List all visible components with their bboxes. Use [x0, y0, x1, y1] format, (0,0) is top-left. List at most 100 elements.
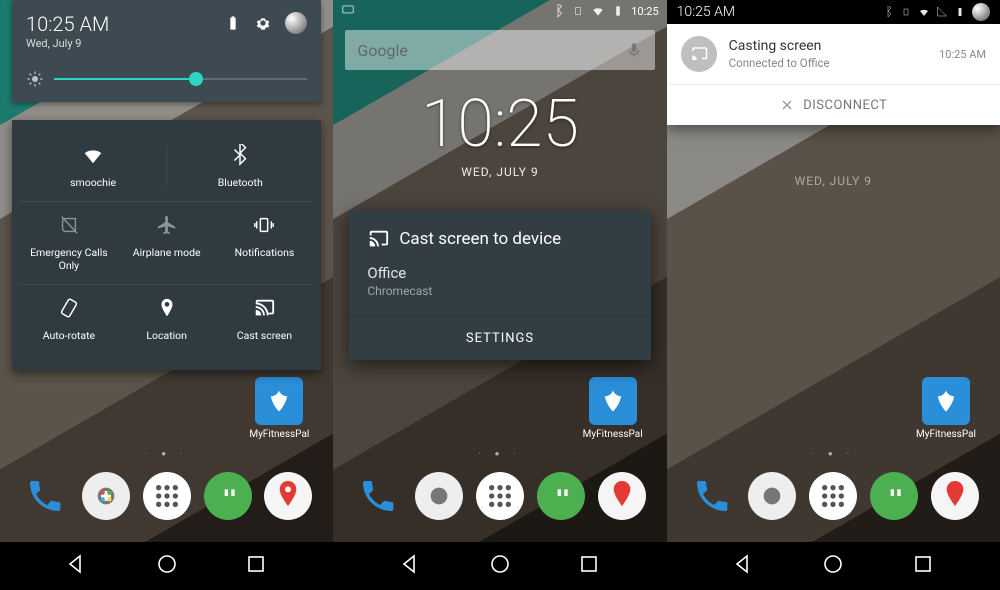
dock-maps[interactable]: [264, 472, 312, 520]
dock-appdrawer[interactable]: [809, 472, 857, 520]
settings-gear-icon[interactable]: [255, 15, 271, 31]
app-myfitnesspal[interactable]: MyFitnessPal: [249, 377, 309, 440]
profile-avatar[interactable]: [285, 12, 307, 34]
device-type: Chromecast: [367, 284, 632, 298]
dock-phone[interactable]: [688, 472, 736, 520]
tile-label: Location: [146, 329, 187, 342]
dock: [667, 472, 1000, 520]
no-sim-icon: [58, 214, 80, 236]
disconnect-button[interactable]: DISCONNECT: [667, 84, 1000, 125]
notif-subtitle: Connected to Office: [729, 56, 927, 70]
battery-icon: [611, 4, 625, 18]
tile-rotate[interactable]: Auto-rotate: [20, 285, 118, 354]
vibrate-icon: [253, 214, 275, 236]
dock-camera[interactable]: [748, 472, 796, 520]
app-label: MyFitnessPal: [249, 429, 309, 440]
qs-time: 10:25 AM: [26, 12, 109, 36]
quicksettings-tiles: smoochie Bluetooth Emergency Calls Only …: [12, 120, 321, 370]
bluetooth-icon: [882, 6, 894, 18]
wifi-icon: [591, 4, 605, 18]
nav-recent[interactable]: [244, 552, 268, 580]
dock-phone[interactable]: [354, 472, 402, 520]
page-indicator: · ● ·: [0, 449, 333, 458]
quicksettings-header: 10:25 AM Wed, July 9: [12, 0, 321, 102]
dock: [0, 472, 333, 520]
tile-location[interactable]: Location: [118, 285, 216, 354]
nav-back[interactable]: [399, 552, 423, 580]
app-label: MyFitnessPal: [583, 429, 643, 440]
brightness-slider[interactable]: [26, 70, 307, 88]
disconnect-label: DISCONNECT: [803, 98, 887, 113]
tile-airplane[interactable]: Airplane mode: [118, 202, 216, 284]
dock-appdrawer[interactable]: [143, 472, 191, 520]
rotate-icon: [58, 297, 80, 319]
tile-label: Auto-rotate: [43, 329, 95, 342]
page-indicator: · ● ·: [333, 449, 666, 458]
cast-badge-icon: [681, 36, 717, 72]
clock-time: 10:25: [333, 86, 666, 163]
nav-back[interactable]: [732, 552, 756, 580]
nav-bar: [0, 542, 333, 590]
nav-bar: [333, 542, 666, 590]
app-label: MyFitnessPal: [916, 429, 976, 440]
tile-wifi[interactable]: smoochie: [20, 132, 166, 201]
bluetooth-icon: [229, 144, 251, 166]
cast-icon: [367, 228, 389, 250]
clock-date: WED, JULY 9: [333, 165, 666, 179]
status-time: 10:25: [631, 5, 658, 18]
vibrate-icon: [571, 4, 585, 18]
nav-home[interactable]: [488, 552, 512, 580]
cast-icon: [253, 297, 275, 319]
shade-header[interactable]: 10:25 AM: [667, 0, 1000, 24]
cast-dialog: Cast screen to device Office Chromecast …: [349, 210, 650, 360]
dock-appdrawer[interactable]: [476, 472, 524, 520]
dock-phone[interactable]: [21, 472, 69, 520]
dialog-settings-button[interactable]: SETTINGS: [349, 316, 650, 360]
close-icon: [779, 97, 795, 113]
wifi-icon: [918, 6, 930, 18]
notif-title: Casting screen: [729, 38, 927, 54]
wifi-icon: [82, 144, 104, 166]
notif-time: 10:25 AM: [939, 48, 986, 61]
dialog-title: Cast screen to device: [399, 229, 561, 249]
mic-icon[interactable]: [625, 41, 643, 59]
lock-clock: 10:25 WED, JULY 9: [333, 86, 666, 179]
nav-recent[interactable]: [911, 552, 935, 580]
dock-hangouts[interactable]: [537, 472, 585, 520]
tile-label: Cast screen: [237, 329, 292, 342]
app-myfitnesspal[interactable]: MyFitnessPal: [583, 377, 643, 440]
tile-label: smoochie: [70, 176, 116, 189]
nav-back[interactable]: [65, 552, 89, 580]
nav-home[interactable]: [155, 552, 179, 580]
dock: [333, 472, 666, 520]
airplane-icon: [156, 214, 178, 236]
nav-home[interactable]: [821, 552, 845, 580]
device-name: Office: [367, 264, 632, 282]
profile-avatar[interactable]: [972, 3, 990, 21]
clock-date: WED, JULY 9: [667, 174, 1000, 188]
app-myfitnesspal[interactable]: MyFitnessPal: [916, 377, 976, 440]
dock-maps[interactable]: [931, 472, 979, 520]
search-placeholder: Google: [357, 41, 408, 60]
tile-notifications[interactable]: Notifications: [216, 202, 314, 284]
dock-maps[interactable]: [598, 472, 646, 520]
dock-camera[interactable]: [82, 472, 130, 520]
tile-emergency[interactable]: Emergency Calls Only: [20, 202, 118, 284]
dock-camera[interactable]: [415, 472, 463, 520]
qs-date: Wed, July 9: [26, 37, 109, 50]
battery-icon: [225, 15, 241, 31]
tile-cast[interactable]: Cast screen: [216, 285, 314, 354]
signal-icon: [936, 6, 948, 18]
nav-recent[interactable]: [577, 552, 601, 580]
vibrate-icon: [900, 6, 912, 18]
tile-bluetooth[interactable]: Bluetooth: [167, 132, 313, 201]
google-search[interactable]: Google: [345, 30, 654, 70]
cast-status-icon: [341, 3, 355, 17]
casting-notification[interactable]: Casting screen Connected to Office 10:25…: [667, 24, 1000, 125]
dock-hangouts[interactable]: [204, 472, 252, 520]
dock-hangouts[interactable]: [870, 472, 918, 520]
cast-device-option[interactable]: Office Chromecast: [367, 264, 632, 298]
page-indicator: · ● ·: [667, 449, 1000, 458]
tile-label: Airplane mode: [133, 246, 201, 259]
battery-icon: [954, 6, 966, 18]
